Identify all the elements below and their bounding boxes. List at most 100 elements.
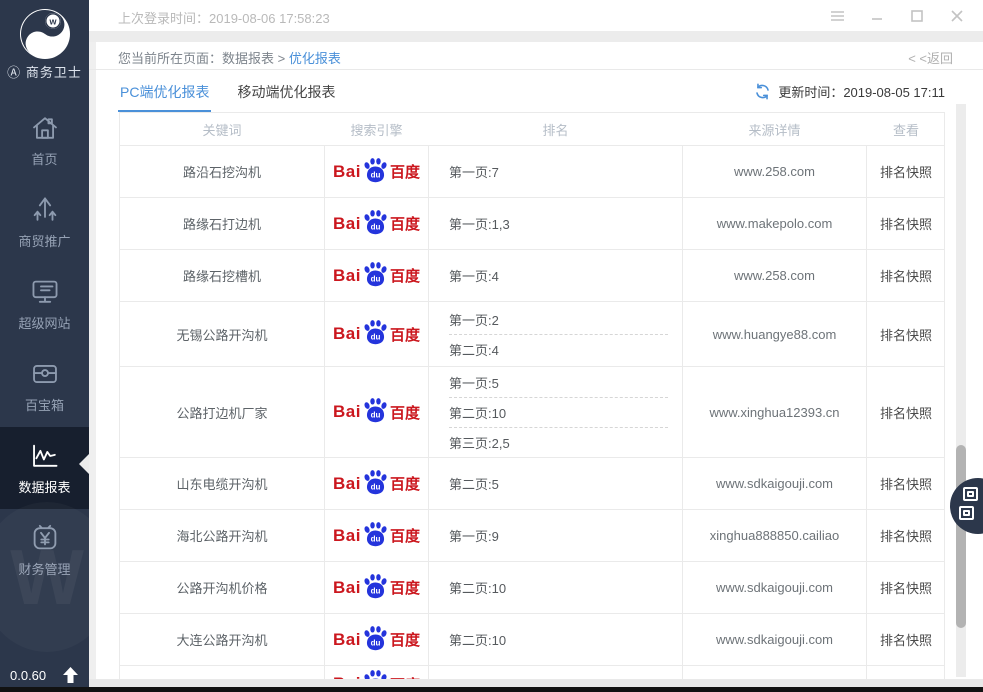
baidu-paw-icon: du — [362, 521, 389, 548]
home-icon — [30, 113, 60, 143]
baidu-paw-icon: du — [362, 625, 389, 652]
sidebar-item-商贸推广[interactable]: 商贸推广 — [0, 181, 89, 263]
baidu-logo-icon: Bai du 百度 — [333, 264, 420, 288]
breadcrumb-row: 您当前所在页面：数据报表 > 优化报表 < <返回 — [89, 42, 983, 70]
upgrade-arrow-button[interactable] — [62, 666, 79, 684]
keyword-cell: 山东电缆开沟机 — [120, 458, 324, 509]
engine-cell: Bai du 百度 — [324, 614, 428, 665]
baidu-paw-icon: du — [362, 319, 389, 346]
website-icon — [30, 277, 60, 307]
brand-name: Ⓐ 商务卫士 — [0, 62, 89, 81]
titlebar: 上次登录时间：2019-08-06 17:58:23 — [89, 0, 983, 31]
report-table: 关键词 搜索引擎 排名 来源详情 查看 路沿石挖沟机 Bai du 百度 — [119, 112, 945, 680]
rank-line: 第二页:10 — [449, 573, 668, 602]
engine-cell: Bai du 百度 — [324, 510, 428, 561]
svg-text:du: du — [371, 534, 381, 543]
vertical-scrollbar[interactable] — [956, 104, 966, 677]
content-left-gutter — [89, 42, 96, 679]
tabs: PC端优化报表移动端优化报表 — [118, 70, 337, 112]
baidu-logo-icon: Bai du 百度 — [333, 160, 420, 184]
sidebar-item-首页[interactable]: 首页 — [0, 99, 89, 181]
baidu-logo-icon: Bai du 百度 — [333, 400, 420, 424]
rank-line: 第一页:9 — [449, 521, 668, 550]
source-cell — [682, 666, 866, 680]
keyword-cell: 路缘石打边机 — [120, 198, 324, 249]
tab-0[interactable]: PC端优化报表 — [118, 70, 211, 112]
rank-snapshot-link[interactable]: 排名快照 — [880, 578, 932, 597]
table-row: 路缘石挖槽机 Bai du 百度 第一页:4 www.258.com 排名快照 — [120, 250, 944, 302]
close-icon[interactable] — [937, 4, 977, 28]
rank-snapshot-link[interactable]: 排名快照 — [880, 403, 932, 422]
view-cell: 排名快照 — [866, 614, 945, 665]
view-cell: 排名快照 — [866, 302, 945, 366]
engine-cell: Bai du 百度 — [324, 458, 428, 509]
qr-glyph-icon — [963, 487, 978, 501]
maximize-icon[interactable] — [897, 4, 937, 28]
titlebar-divider — [89, 31, 983, 42]
sidebar: w Ⓐ 商务卫士 首页 商贸推广 超级网站 百宝箱 数据报表 财务管理 W 0.… — [0, 0, 89, 692]
rank-line: 第一页:5 — [449, 368, 668, 398]
rank-line: 第一页:1,3 — [449, 209, 668, 238]
sidebar-item-百宝箱[interactable]: 百宝箱 — [0, 345, 89, 427]
app-window: w Ⓐ 商务卫士 首页 商贸推广 超级网站 百宝箱 数据报表 财务管理 W 0.… — [0, 0, 983, 692]
breadcrumb-prefix: 您当前所在页面： — [118, 51, 222, 66]
keyword-cell: 大连公路开沟机 — [120, 614, 324, 665]
tab-row: PC端优化报表移动端优化报表 更新时间：2019-08-05 17:11 — [89, 70, 983, 112]
rank-line: 第二页:5 — [449, 469, 668, 498]
baidu-paw-icon: du — [362, 397, 389, 424]
sidebar-item-数据报表[interactable]: 数据报表 — [0, 427, 89, 509]
brand: w Ⓐ 商务卫士 — [0, 8, 89, 81]
keyword-cell: 路沿石挖沟机 — [120, 146, 324, 197]
tab-1[interactable]: 移动端优化报表 — [235, 70, 337, 112]
table-row: 山东电缆开沟机 Bai du 百度 第二页:5 www.sdkaigouji.c… — [120, 458, 944, 510]
rank-snapshot-link[interactable]: 排名快照 — [880, 266, 932, 285]
keyword-cell: 无锡公路开沟机 — [120, 302, 324, 366]
rank-cell: 第一页:4 — [428, 250, 682, 301]
sidebar-item-超级网站[interactable]: 超级网站 — [0, 263, 89, 345]
breadcrumb-current-link[interactable]: 优化报表 — [289, 51, 341, 66]
minimize-icon[interactable] — [857, 4, 897, 28]
rank-snapshot-link[interactable]: 排名快照 — [880, 630, 932, 649]
sidebar-item-财务管理[interactable]: 财务管理 — [0, 509, 89, 591]
column-header-keyword: 关键词 — [120, 113, 324, 145]
view-cell — [866, 666, 944, 680]
rank-snapshot-link[interactable]: 排名快照 — [880, 214, 932, 233]
engine-cell: Bai du 百度 — [324, 302, 428, 366]
keyword-cell: 海北公路开沟机 — [120, 510, 324, 561]
keyword-cell — [120, 666, 324, 680]
rank-snapshot-link[interactable]: 排名快照 — [880, 526, 932, 545]
rank-cell — [428, 666, 682, 680]
baidu-paw-icon: du — [362, 469, 389, 496]
menu-icon[interactable] — [817, 4, 857, 28]
column-header-rank: 排名 — [428, 113, 682, 145]
source-cell: www.huangye88.com — [682, 302, 866, 366]
rank-cell: 第一页:1,3 — [428, 198, 682, 249]
svg-text:w: w — [48, 17, 57, 27]
source-cell: www.sdkaigouji.com — [682, 562, 866, 613]
source-cell: www.258.com — [682, 250, 866, 301]
back-link[interactable]: < <返回 — [908, 48, 953, 67]
engine-cell: Bai du 百度 — [324, 367, 428, 457]
svg-text:du: du — [371, 170, 381, 179]
baidu-logo-icon: Bai du 百度 — [333, 322, 420, 346]
engine-cell: Bai du 百度 — [324, 562, 428, 613]
update-time-label: 更新时间：2019-08-05 17:11 — [778, 82, 945, 101]
svg-text:du: du — [371, 333, 381, 342]
rank-snapshot-link[interactable]: 排名快照 — [880, 474, 932, 493]
svg-text:du: du — [371, 638, 381, 647]
view-cell: 排名快照 — [866, 367, 945, 457]
scrollbar-thumb[interactable] — [956, 445, 966, 628]
rank-snapshot-link[interactable]: 排名快照 — [880, 162, 932, 181]
baidu-paw-icon: du — [362, 573, 389, 600]
table-row: 路缘石打边机 Bai du 百度 第一页:1,3 www.makepolo.co… — [120, 198, 944, 250]
breadcrumb: 您当前所在页面：数据报表 > 优化报表 — [118, 48, 341, 67]
rank-cell: 第一页:9 — [428, 510, 682, 561]
rank-line: 第一页:4 — [449, 261, 668, 290]
breadcrumb-section: 数据报表 — [222, 51, 274, 66]
rank-line: 第一页:2 — [449, 305, 668, 335]
keyword-cell: 公路打边机厂家 — [120, 367, 324, 457]
toolbox-icon — [30, 359, 60, 389]
refresh-icon[interactable] — [754, 83, 771, 100]
baidu-logo-icon: Bai du 百度 — [333, 212, 420, 236]
rank-snapshot-link[interactable]: 排名快照 — [880, 325, 932, 344]
